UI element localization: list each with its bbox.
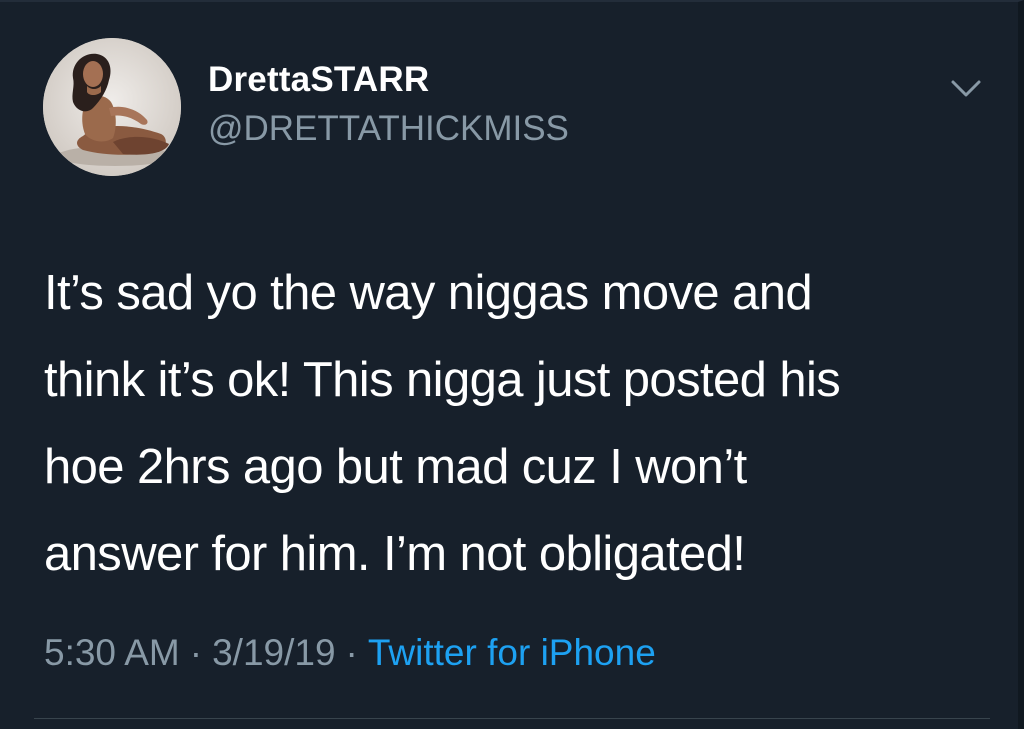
- avatar[interactable]: [43, 38, 181, 176]
- tweet-text-line: think it’s ok! This nigga just posted hi…: [44, 353, 841, 407]
- chevron-down-icon[interactable]: [944, 72, 988, 106]
- tweet-text-line: hoe 2hrs ago but mad cuz I won’t: [44, 440, 747, 494]
- tweet-text-line: It’s sad yo the way niggas move and: [44, 266, 813, 320]
- tweet-source-link[interactable]: Twitter for iPhone: [368, 632, 656, 673]
- profile-photo: [43, 38, 181, 176]
- display-name[interactable]: DrettaSTARR: [208, 60, 429, 100]
- tweet-date[interactable]: 3/19/19: [212, 632, 335, 673]
- tweet-text: It’s sad yo the way niggas move and thin…: [44, 250, 984, 598]
- tweet-text-line: answer for him. I’m not obligated!: [44, 527, 746, 581]
- divider: [34, 718, 990, 719]
- tweet-time[interactable]: 5:30 AM: [44, 632, 180, 673]
- tweet-card: DrettaSTARR @DRETTATHICKMISS It’s sad yo…: [0, 0, 1024, 729]
- metadata-separator: ·: [345, 632, 358, 673]
- user-handle[interactable]: @DRETTATHICKMISS: [208, 109, 569, 149]
- metadata-separator: ·: [189, 632, 203, 673]
- tweet-metadata: 5:30 AM · 3/19/19 · Twitter for iPhone: [44, 632, 656, 674]
